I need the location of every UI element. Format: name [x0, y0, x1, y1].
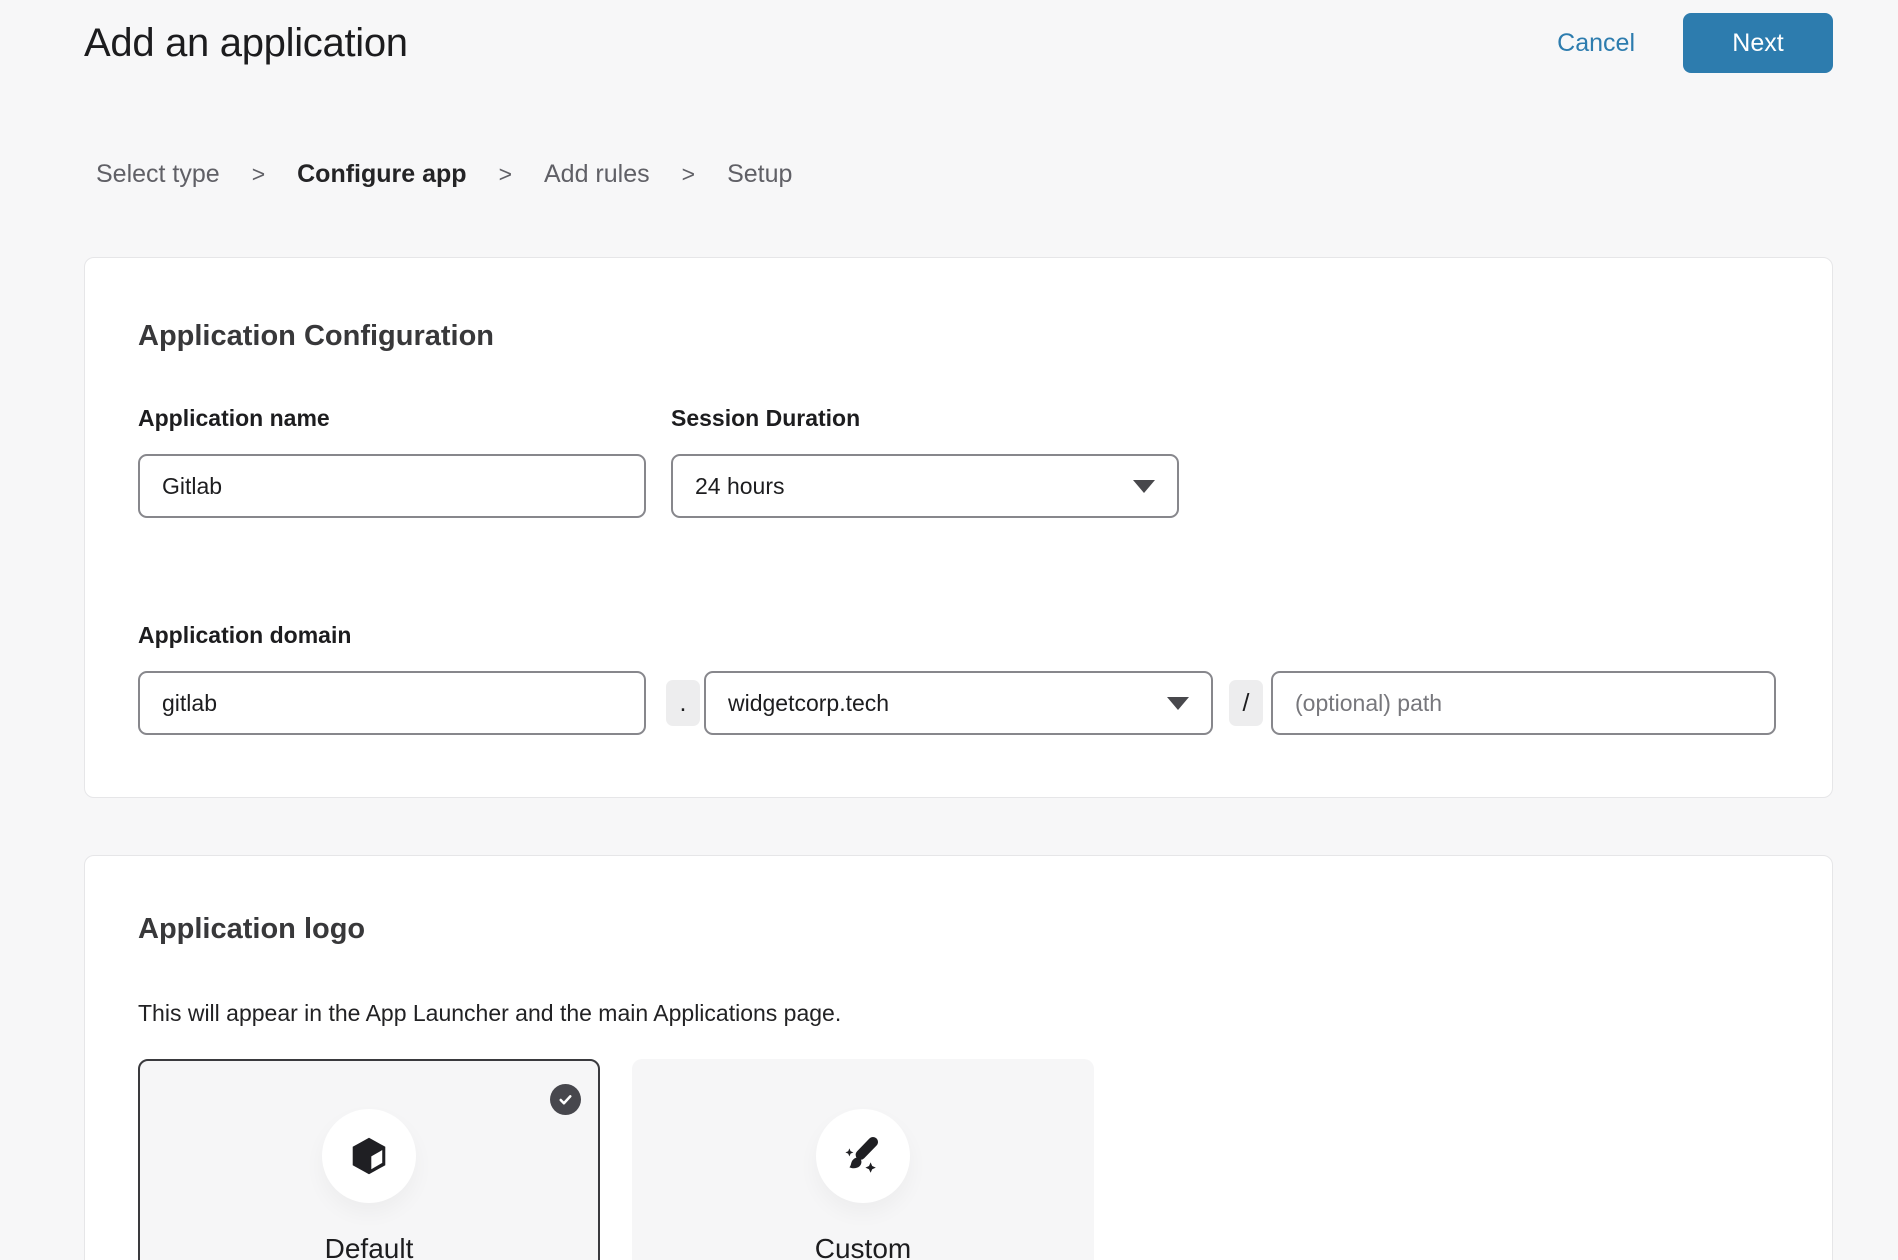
step-add-rules[interactable]: Add rules	[544, 160, 650, 189]
name-duration-row: Application name Session Duration 24 hou…	[138, 405, 1776, 518]
domain-select[interactable]: widgetcorp.tech	[704, 671, 1213, 735]
next-button[interactable]: Next	[1683, 13, 1833, 73]
cancel-button[interactable]: Cancel	[1557, 29, 1635, 58]
session-duration-group: Session Duration 24 hours	[671, 405, 1179, 518]
subdomain-input[interactable]	[138, 671, 646, 735]
add-application-page: Add an application Cancel Next Select ty…	[0, 0, 1898, 1260]
application-configuration-card: Application Configuration Application na…	[84, 257, 1833, 798]
paintbrush-icon	[839, 1132, 887, 1180]
step-select-type[interactable]: Select type	[96, 160, 220, 189]
session-duration-label: Session Duration	[671, 405, 1179, 432]
custom-logo-circle	[816, 1109, 910, 1203]
domain-select-value: widgetcorp.tech	[728, 690, 889, 717]
cube-icon	[346, 1133, 392, 1179]
application-domain-group: Application domain . widgetcorp.tech /	[138, 622, 1776, 735]
step-configure-app[interactable]: Configure app	[297, 160, 466, 189]
selected-check-badge	[550, 1084, 581, 1115]
default-logo-circle	[322, 1109, 416, 1203]
logo-options: Default Custom	[138, 1059, 1776, 1260]
logo-option-default[interactable]: Default	[138, 1059, 600, 1260]
logo-option-custom[interactable]: Custom	[632, 1059, 1094, 1260]
application-name-label: Application name	[138, 405, 646, 432]
path-input[interactable]	[1271, 671, 1776, 735]
step-separator: >	[682, 161, 695, 188]
step-separator: >	[499, 161, 512, 188]
logo-option-label: Custom	[634, 1233, 1092, 1260]
page-title: Add an application	[84, 21, 408, 66]
logo-description: This will appear in the App Launcher and…	[138, 1000, 1776, 1027]
application-domain-label: Application domain	[138, 622, 1776, 649]
check-icon	[557, 1091, 574, 1108]
logo-heading: Application logo	[138, 913, 1776, 946]
configuration-heading: Application Configuration	[138, 320, 1776, 353]
step-separator: >	[252, 161, 265, 188]
application-domain-row: . widgetcorp.tech /	[138, 671, 1776, 735]
session-duration-value: 24 hours	[695, 473, 785, 500]
session-duration-select[interactable]: 24 hours	[671, 454, 1179, 518]
step-setup[interactable]: Setup	[727, 160, 792, 189]
slash-separator: /	[1229, 680, 1263, 726]
dot-separator: .	[666, 680, 700, 726]
application-name-input[interactable]	[138, 454, 646, 518]
breadcrumb: Select type > Configure app > Add rules …	[96, 160, 1833, 189]
chevron-down-icon	[1167, 697, 1189, 710]
application-logo-card: Application logo This will appear in the…	[84, 855, 1833, 1260]
page-header: Add an application Cancel Next	[84, 0, 1833, 73]
application-name-group: Application name	[138, 405, 646, 518]
chevron-down-icon	[1133, 480, 1155, 493]
header-actions: Cancel Next	[1557, 13, 1833, 73]
logo-option-label: Default	[140, 1233, 598, 1260]
